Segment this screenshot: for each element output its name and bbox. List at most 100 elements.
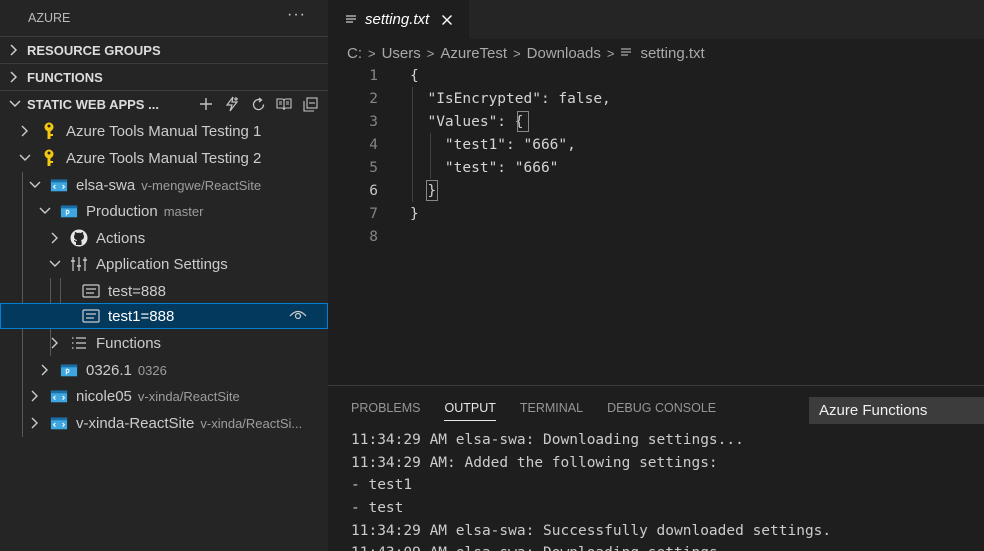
tab-terminal[interactable]: TERMINAL — [520, 386, 583, 430]
output-line: 11:34:29 AM: Added the following setting… — [351, 454, 718, 471]
breadcrumb-item[interactable]: C: — [347, 45, 362, 62]
settings-sliders-icon — [70, 255, 88, 273]
breadcrumb-item[interactable]: AzureTest — [440, 45, 507, 62]
code-text: "test": "666" — [410, 159, 559, 176]
chevron-right-icon: > — [513, 45, 521, 61]
chevron-right-icon — [9, 71, 21, 83]
breadcrumb: C: > Users > AzureTest > Downloads > set… — [328, 39, 984, 67]
tab-debug-console[interactable]: DEBUG CONSOLE — [607, 386, 716, 430]
breadcrumb-item[interactable]: setting.txt — [640, 45, 704, 62]
eye-icon[interactable] — [289, 308, 307, 325]
tree-item-label: test1=888 — [108, 307, 175, 325]
code-line-current: 6 } — [328, 179, 984, 202]
section-actions — [198, 96, 328, 112]
tree-item-functions[interactable]: Functions — [0, 330, 328, 356]
collapse-all-icon[interactable] — [302, 96, 318, 112]
chevron-down-icon — [38, 204, 52, 218]
line-number: 1 — [369, 67, 378, 84]
tree-item-subscription[interactable]: Azure Tools Manual Testing 1 — [0, 118, 328, 144]
panel-tabs: PROBLEMS OUTPUT TERMINAL DEBUG CONSOLE A… — [328, 386, 984, 430]
github-icon — [70, 229, 88, 247]
tree-item-label: Azure Tools Manual Testing 2 — [66, 149, 262, 167]
docs-book-icon[interactable] — [276, 96, 292, 112]
azure-sidebar: AZURE ··· RESOURCE GROUPS FUNCTIONS STAT… — [0, 0, 328, 551]
tree-item-description: 0326 — [137, 362, 167, 378]
file-lines-icon — [345, 14, 357, 25]
breadcrumb-item[interactable]: Users — [382, 45, 421, 62]
code-line: 7 } — [328, 202, 984, 225]
tree-item-setting-selected[interactable]: test1=888 — [0, 303, 328, 329]
bottom-panel: PROBLEMS OUTPUT TERMINAL DEBUG CONSOLE A… — [328, 385, 984, 551]
tab-output[interactable]: OUTPUT — [444, 386, 497, 430]
output-channel-label: Azure Functions — [819, 402, 928, 419]
output-line: 11:34:29 AM elsa-swa: Successfully downl… — [351, 522, 832, 539]
output-log[interactable]: 11:34:29 AM elsa-swa: Downloading settin… — [351, 429, 831, 551]
tab-label: setting.txt — [365, 11, 430, 28]
chevron-right-icon: > — [606, 45, 615, 61]
tree-item-label: Production — [86, 202, 158, 220]
tree-item-subscription[interactable]: Azure Tools Manual Testing 2 — [0, 145, 328, 171]
tree-item-description: master — [163, 203, 204, 219]
chevron-right-icon — [38, 363, 52, 377]
section-label: RESOURCE GROUPS — [27, 42, 161, 58]
tree-item-label: test=888 — [108, 282, 166, 300]
tree-item-description: v-mengwe/ReactSite — [141, 177, 262, 193]
chevron-down-icon — [18, 151, 32, 165]
output-line: 11:43:09 AM elsa-swa: Downloading settin… — [351, 542, 831, 551]
tab-setting-txt[interactable]: setting.txt — [328, 0, 469, 39]
tree-item-label: Actions — [96, 229, 146, 247]
more-actions-button[interactable]: ··· — [287, 6, 306, 24]
code-text: } — [410, 205, 419, 222]
chevron-right-icon — [28, 416, 42, 430]
line-number: 4 — [369, 136, 378, 153]
tree-item-app-settings[interactable]: Application Settings — [0, 251, 328, 277]
bracket-match-highlight — [426, 180, 438, 201]
tree-item-environment[interactable]: Production master — [0, 198, 328, 224]
code-line: 5 "test": "666" — [328, 156, 984, 179]
refresh-icon[interactable] — [250, 96, 266, 112]
static-web-app-icon — [50, 176, 68, 194]
output-channel-select[interactable]: Azure Functions — [809, 397, 984, 424]
close-icon[interactable] — [441, 14, 453, 26]
section-static-web-apps[interactable]: STATIC WEB APPS ... — [0, 90, 328, 117]
create-advanced-icon[interactable] — [224, 96, 240, 112]
tree-item-actions[interactable]: Actions — [0, 225, 328, 251]
line-number: 2 — [369, 90, 378, 107]
add-icon[interactable] — [198, 96, 214, 112]
chevron-down-icon — [48, 257, 62, 271]
code-line: 2 "IsEncrypted": false, — [328, 87, 984, 110]
line-number: 6 — [369, 182, 378, 199]
line-number: 7 — [369, 205, 378, 222]
tree-item-static-web-app[interactable]: nicole05 v-xinda/ReactSite — [0, 383, 328, 409]
sidebar-title: AZURE — [28, 11, 71, 25]
chevron-right-icon — [18, 124, 32, 138]
chevron-down-icon — [9, 99, 21, 109]
tree-item-static-web-app[interactable]: elsa-swa v-mengwe/ReactSite — [0, 172, 328, 198]
code-text: "Values": { — [410, 113, 524, 130]
tree-item-label: 0326.1 — [86, 361, 132, 379]
chevron-down-icon — [28, 178, 42, 192]
tree-item-label: nicole05 — [76, 387, 132, 405]
chevron-right-icon — [9, 44, 21, 56]
sidebar-header: AZURE ··· — [0, 0, 328, 36]
chevron-right-icon — [48, 231, 62, 245]
tree-item-setting[interactable]: test=888 — [0, 278, 328, 304]
tree-item-environment[interactable]: 0326.1 0326 — [0, 357, 328, 383]
breadcrumb-item[interactable]: Downloads — [527, 45, 601, 62]
code-line: 1 { — [328, 64, 984, 87]
environment-icon — [60, 361, 78, 379]
editor-area: setting.txt C: > Users > AzureTest > Dow… — [328, 0, 984, 385]
line-number: 8 — [369, 228, 378, 245]
setting-item-icon — [82, 307, 100, 325]
section-resource-groups[interactable]: RESOURCE GROUPS — [0, 36, 328, 63]
code-line: 3 "Values": { — [328, 110, 984, 133]
bracket-match-highlight — [517, 111, 529, 132]
tab-problems[interactable]: PROBLEMS — [351, 386, 420, 430]
list-icon — [70, 334, 88, 352]
output-line: - test1 — [351, 477, 413, 494]
tree-item-description: v-xinda/ReactSite — [137, 388, 240, 404]
section-functions[interactable]: FUNCTIONS — [0, 63, 328, 90]
tree-item-label: Azure Tools Manual Testing 1 — [66, 122, 262, 140]
tree-item-static-web-app[interactable]: v-xinda-ReactSite v-xinda/ReactSi... — [0, 410, 328, 436]
tree-item-label: Application Settings — [96, 255, 228, 273]
